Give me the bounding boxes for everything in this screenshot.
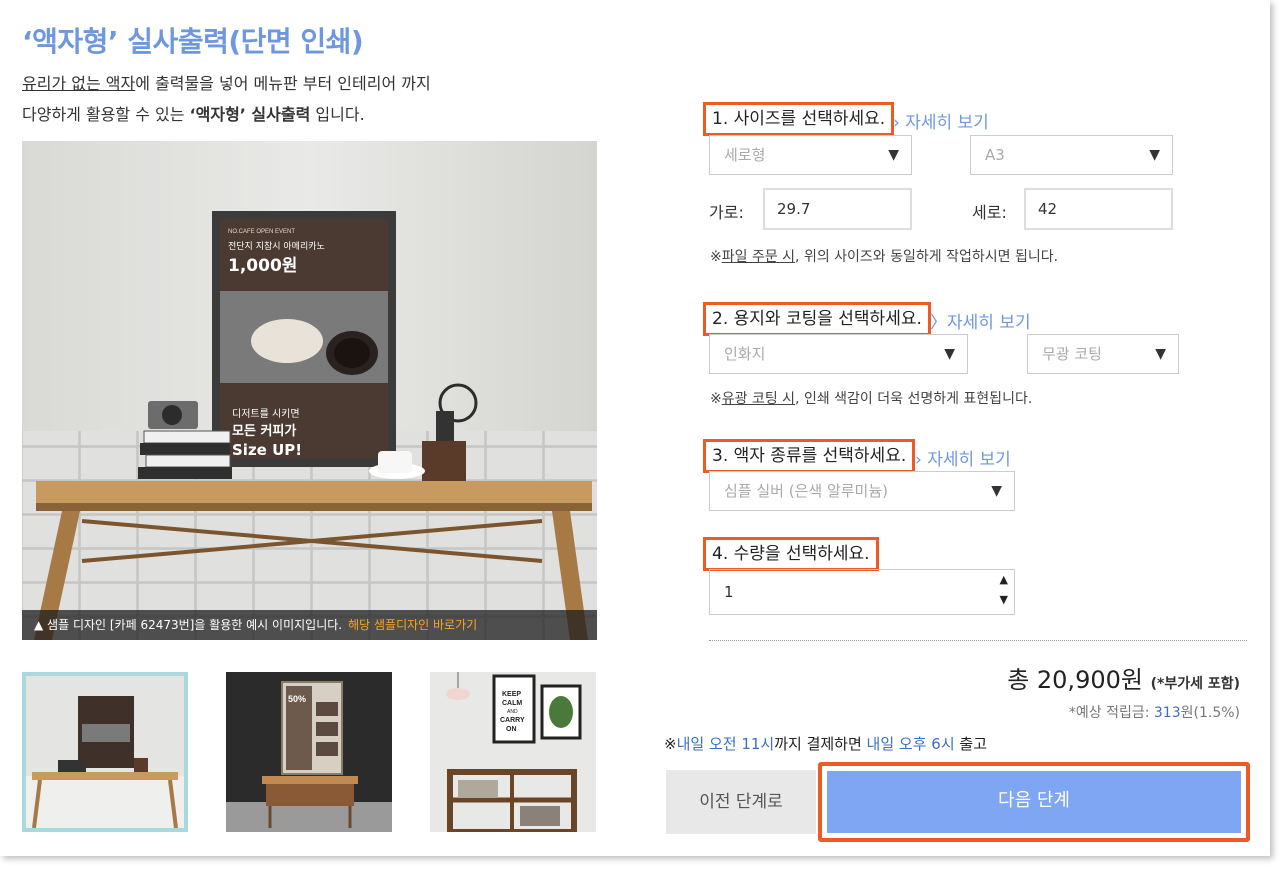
thumbnail-2-image: 50%	[226, 672, 392, 832]
description-underlined: 유리가 없는 액자	[22, 74, 136, 93]
thumbnail-2[interactable]: 50%	[226, 672, 392, 832]
width-label: 가로:	[709, 203, 744, 222]
chevron-down-icon: ▼	[944, 346, 955, 362]
description-line-2: 다양하게 활용할 수 있는 ‘액자형’ 실사출력 입니다.	[22, 101, 365, 125]
image-caption-text: ▲ 샘플 디자인 [카페 62473번]을 활용한 예시 이미지입니다.	[34, 618, 343, 632]
payment-deadline: 내일 오전 11시	[676, 735, 775, 753]
thumbnail-3-poster-line-3: AND	[507, 709, 518, 715]
poster-promo-line-1: 디저트를 시키면	[232, 408, 300, 420]
frame-select[interactable]: 심플 실버 (은색 알루미늄) ▼	[709, 471, 1015, 511]
step-2-label: 2. 용지와 코팅을 선택하세요.	[703, 302, 931, 336]
sample-design-link[interactable]: 해당 샘플디자인 바로가기	[348, 618, 477, 632]
shipping-time: 내일 오후 6시	[866, 735, 955, 753]
shipping-mid: 까지 결제하면	[774, 735, 867, 753]
thumbnail-1-image	[26, 676, 184, 828]
stepper-down-icon[interactable]: ▼	[1000, 578, 1008, 622]
shipping-mark: ※	[664, 735, 677, 753]
poster-price-text: 1,000원	[228, 256, 297, 276]
total-price-value: 총 20,900원	[1007, 666, 1143, 694]
thumbnail-3-poster-line-2: CALM	[502, 700, 522, 707]
total-price: 총 20,900원 (*부가세 포함)	[1007, 660, 1240, 695]
size-select[interactable]: A3 ▼	[970, 135, 1173, 175]
chevron-down-icon: ▼	[991, 483, 1002, 499]
description-line-2-bold: ‘액자형’ 실사출력	[189, 105, 311, 124]
chevron-down-icon: ▼	[1155, 346, 1166, 362]
image-caption-bar: ▲ 샘플 디자인 [카페 62473번]을 활용한 예시 이미지입니다. 해당 샘…	[22, 610, 597, 640]
poster-event-text: NO.CAFE OPEN EVENT	[228, 229, 295, 235]
description-line-2-post: 입니다.	[310, 105, 365, 124]
width-input[interactable]: 29.7	[763, 188, 912, 230]
frame-select-value: 심플 실버 (은색 알루미늄)	[724, 482, 889, 500]
shipping-info: ※내일 오전 11시까지 결제하면 내일 오후 6시 출고	[664, 733, 987, 754]
step-1-label: 1. 사이즈를 선택하세요.	[703, 102, 895, 136]
poster-promo-line-2: 모든 커피가	[232, 424, 296, 439]
step-2-note: ※유광 코팅 시, 인쇄 색감이 더욱 선명하게 표현됩니다.	[710, 388, 1032, 408]
thumbnail-3-image: KEEP CALM AND CARRY ON	[430, 672, 596, 832]
poster-headline-text: 전단지 지참시 아메리카노	[228, 241, 325, 252]
quantity-value: 1	[724, 583, 734, 601]
file-order-link[interactable]: 파일 주문 시	[722, 249, 795, 265]
height-label: 세로:	[972, 203, 1007, 222]
note-mark: ※	[710, 249, 722, 265]
step-1-note: ※파일 주문 시, 위의 사이즈와 동일하게 작업하시면 됩니다.	[710, 246, 1058, 266]
room-scene-illustration: NO.CAFE OPEN EVENT 전단지 지참시 아메리카노 1,000원 …	[22, 141, 597, 640]
points-label: *예상 적립금:	[1068, 705, 1154, 721]
divider	[709, 640, 1247, 641]
paper-select[interactable]: 인화지 ▼	[709, 334, 968, 374]
chevron-down-icon: ▼	[1149, 147, 1160, 163]
description-line-1-rest: 에 출력물을 넣어 메뉴판 부터 인테리어 까지	[135, 74, 431, 93]
paper-select-value: 인화지	[724, 345, 766, 363]
description-line-1: 유리가 없는 액자에 출력물을 넣어 메뉴판 부터 인테리어 까지	[22, 70, 431, 94]
step-4-label: 4. 수량을 선택하세요.	[703, 537, 879, 571]
note-mark: ※	[710, 391, 722, 407]
step-2-note-text: , 인쇄 색감이 더욱 선명하게 표현됩니다.	[795, 391, 1033, 407]
step-2-detail-link[interactable]: 〉자세히 보기	[930, 308, 1031, 333]
gloss-coating-link[interactable]: 유광 코팅 시	[722, 391, 795, 407]
quantity-stepper[interactable]: 1 ▲ ▼	[709, 569, 1015, 615]
points-value: 313	[1153, 705, 1181, 721]
size-select-value: A3	[985, 146, 1005, 164]
coating-select-value: 무광 코팅	[1042, 345, 1102, 363]
shipping-suffix: 출고	[954, 735, 988, 753]
thumbnail-2-poster-text: 50%	[288, 694, 306, 704]
next-step-highlight: 다음 단계	[818, 762, 1250, 842]
orientation-select[interactable]: 세로형 ▼	[709, 135, 912, 175]
thumbnail-3-poster-line-4: CARRY	[500, 717, 525, 724]
chevron-down-icon: ▼	[888, 147, 899, 163]
step-1-detail-link[interactable]: › 자세히 보기	[893, 108, 989, 133]
points-suffix: 원(1.5%)	[1180, 705, 1240, 721]
thumbnail-3-poster-line-1: KEEP	[502, 691, 521, 698]
step-3-detail-link[interactable]: › 자세히 보기	[915, 445, 1011, 470]
thumbnail-3-poster-line-5: ON	[506, 726, 517, 733]
step-3-label: 3. 액자 종류를 선택하세요.	[703, 439, 916, 473]
main-product-image: NO.CAFE OPEN EVENT 전단지 지참시 아메리카노 1,000원 …	[22, 141, 597, 640]
vat-note: (*부가세 포함)	[1150, 676, 1240, 692]
step-1-note-text: , 위의 사이즈와 동일하게 작업하시면 됩니다.	[795, 249, 1059, 265]
height-input[interactable]: 42	[1024, 188, 1173, 230]
description-line-2-pre: 다양하게 활용할 수 있는	[22, 105, 190, 124]
thumbnail-3[interactable]: KEEP CALM AND CARRY ON	[430, 672, 596, 832]
thumbnail-1[interactable]	[22, 672, 188, 832]
page-title: ‘액자형’ 실사출력(단면 인쇄)	[22, 25, 364, 58]
expected-points: *예상 적립금: 313원(1.5%)	[1069, 702, 1240, 722]
next-step-button[interactable]: 다음 단계	[827, 771, 1241, 833]
orientation-select-value: 세로형	[724, 146, 766, 164]
prev-step-button[interactable]: 이전 단계로	[666, 770, 816, 834]
coating-select[interactable]: 무광 코팅 ▼	[1027, 334, 1179, 374]
poster-promo-line-3: Size UP!	[232, 441, 302, 459]
